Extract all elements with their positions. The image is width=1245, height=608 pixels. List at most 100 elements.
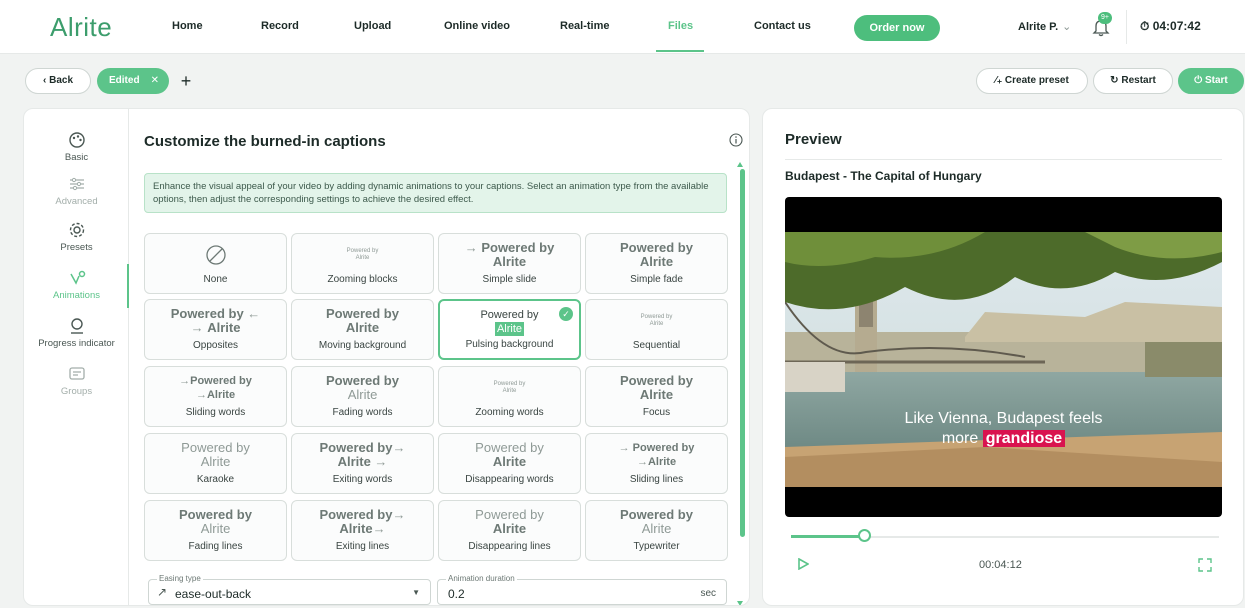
sidebar-item-label: Progress indicator	[38, 338, 115, 349]
nav-contact-us[interactable]: Contact us	[754, 20, 811, 32]
animation-card-focus[interactable]: Powered by Alrite Focus	[585, 366, 728, 427]
animation-card-zooming-words[interactable]: Powered by Alrite Zooming words	[438, 366, 581, 427]
animation-duration-field[interactable]: Animation duration 0.2 sec	[437, 574, 727, 605]
sidebar-item-progress-indicator[interactable]: Progress indicator	[24, 317, 129, 349]
progress-fill	[791, 535, 864, 538]
start-button[interactable]: ⏻ Start	[1178, 68, 1244, 94]
animation-preview: Powered by ← → Alrite	[170, 306, 261, 335]
order-now-button[interactable]: Order now	[854, 15, 940, 41]
animation-card-label: Zooming blocks	[327, 274, 398, 285]
animation-card-label: Pulsing background	[465, 339, 554, 350]
animation-preview: Powered by Alrite	[179, 507, 252, 536]
nav-record[interactable]: Record	[261, 20, 299, 32]
caption-highlighted-word: grandiose	[982, 430, 1066, 447]
animation-card-exiting-lines[interactable]: Powered by→ Alrite→ Exiting lines	[291, 500, 434, 561]
playback-time: 00:04:12	[979, 559, 1022, 571]
restart-button[interactable]: ↻ Restart	[1093, 68, 1173, 94]
animation-card-typewriter[interactable]: Powered by Alrite Typewriter	[585, 500, 728, 561]
animation-preview: Powered by Alrite	[181, 440, 250, 469]
info-icon[interactable]	[729, 133, 743, 147]
fullscreen-icon[interactable]	[1198, 558, 1212, 572]
animation-card-label: Disappearing lines	[468, 541, 551, 552]
nav-files[interactable]: Files	[668, 20, 693, 32]
sidebar-item-label: Presets	[60, 242, 93, 253]
animation-card-label: Sliding lines	[629, 474, 684, 485]
animation-card-none[interactable]: None	[144, 233, 287, 294]
sliders-icon	[69, 177, 84, 191]
nav-upload[interactable]: Upload	[354, 20, 391, 32]
sidebar-item-animations[interactable]: Animations	[24, 269, 129, 301]
nav-real-time[interactable]: Real-time	[560, 20, 610, 32]
animation-card-sliding-words[interactable]: →Powered by →Alrite Sliding words	[144, 366, 287, 427]
animation-card-fading-lines[interactable]: Powered by Alrite Fading lines	[144, 500, 287, 561]
top-nav: Alrite Home Record Upload Online video R…	[0, 0, 1245, 54]
video-title: Budapest - The Capital of Hungary	[785, 169, 982, 183]
close-icon[interactable]: ✕	[151, 68, 159, 94]
animation-card-disappearing-words[interactable]: Powered by Alrite Disappearing words	[438, 433, 581, 494]
animation-card-exiting-words[interactable]: Powered by→ Alrite → Exiting words	[291, 433, 434, 494]
sidebar-item-advanced[interactable]: Advanced	[24, 175, 129, 207]
groups-icon	[68, 367, 85, 380]
easing-type-label: Easing type	[157, 574, 203, 583]
sidebar-item-groups[interactable]: Groups	[24, 365, 129, 397]
animation-card-label: Opposites	[192, 340, 239, 351]
animation-preview: → Powered by →Alrite	[618, 442, 695, 468]
animation-card-sliding-lines[interactable]: → Powered by →Alrite Sliding lines	[585, 433, 728, 494]
nav-online-video[interactable]: Online video	[444, 20, 510, 32]
animation-card-zooming-blocks[interactable]: Powered by Alrite Zooming blocks	[291, 233, 434, 294]
animation-preview: →Powered by →Alrite	[179, 375, 252, 401]
video-player[interactable]: Like Vienna, Budapest feels more grandio…	[785, 197, 1222, 517]
animation-card-label: Sliding words	[185, 407, 246, 418]
stopwatch-icon: ⏱	[1140, 19, 1153, 33]
animation-duration-value: 0.2	[448, 587, 465, 601]
logo[interactable]: Alrite	[50, 12, 112, 43]
animation-card-label: Exiting words	[332, 474, 393, 485]
animation-card-karaoke[interactable]: Powered by Alrite Karaoke	[144, 433, 287, 494]
animation-card-label: Exiting lines	[335, 541, 390, 552]
checkmark-icon: ✓	[559, 307, 573, 321]
animation-preview: Powered by Alrite	[620, 240, 693, 269]
nav-active-underline	[656, 50, 704, 52]
preview-panel: Preview Budapest - The Capital of Hungar…	[762, 108, 1244, 606]
back-button[interactable]: ‹ Back	[25, 68, 91, 94]
timer-value: 04:07:42	[1152, 19, 1201, 33]
create-preset-button[interactable]: ⁄₊ Create preset	[976, 68, 1088, 94]
progress-handle[interactable]	[857, 529, 871, 542]
animation-preview: Powered by Alrite	[620, 507, 693, 536]
animation-card-pulsing-background[interactable]: Powered by Alrite ✓ Pulsing background	[438, 299, 581, 360]
notification-badge: 9+	[1098, 12, 1112, 24]
scrollbar-thumb[interactable]	[740, 169, 745, 537]
animation-preview: → Powered by Alrite	[464, 240, 555, 269]
nav-home[interactable]: Home	[172, 20, 203, 32]
user-menu[interactable]: Alrite P. ⌄	[1018, 20, 1071, 33]
animation-card-label: Typewriter	[633, 541, 680, 552]
sidebar-item-label: Groups	[60, 386, 93, 397]
start-label: Start	[1204, 75, 1228, 86]
sidebar-item-presets[interactable]: Presets	[24, 221, 129, 253]
animation-card-moving-background[interactable]: Powered by Alrite Moving background	[291, 299, 434, 360]
info-banner: Enhance the visual appeal of your video …	[144, 173, 727, 213]
animation-card-label: Focus	[642, 407, 671, 418]
animation-card-disappearing-lines[interactable]: Powered by Alrite Disappearing lines	[438, 500, 581, 561]
animation-card-label: Simple slide	[482, 274, 537, 285]
divider	[785, 159, 1222, 160]
animation-card-fading-words[interactable]: Powered by Alrite Fading words	[291, 366, 434, 427]
sidebar-item-basic[interactable]: Basic	[24, 131, 129, 163]
animation-card-simple-fade[interactable]: Powered by Alrite Simple fade	[585, 233, 728, 294]
animation-card-simple-slide[interactable]: → Powered by Alrite Simple slide	[438, 233, 581, 294]
animation-card-label: Simple fade	[630, 274, 683, 285]
easing-type-select[interactable]: Easing type ↗ ease-out-back ▼	[148, 574, 431, 605]
animation-card-label: Fading lines	[188, 541, 243, 552]
caption-line-1: Like Vienna, Budapest feels	[904, 410, 1103, 427]
edited-tab-label: Edited	[109, 75, 140, 86]
play-icon[interactable]	[797, 558, 809, 570]
animation-preview: Powered by Alrite	[326, 306, 399, 335]
animation-card-sequential[interactable]: Powered by Alrite Sequential	[585, 299, 728, 360]
sidebar-active-indicator	[127, 264, 129, 308]
add-tab-button[interactable]: +	[176, 68, 196, 94]
animation-card-opposites[interactable]: Powered by ← → Alrite Opposites	[144, 299, 287, 360]
edited-tab[interactable]: Edited ✕	[97, 68, 169, 94]
trend-icon: ↗	[157, 585, 168, 599]
preview-title: Preview	[785, 131, 842, 148]
sidebar-item-label: Advanced	[55, 196, 98, 207]
